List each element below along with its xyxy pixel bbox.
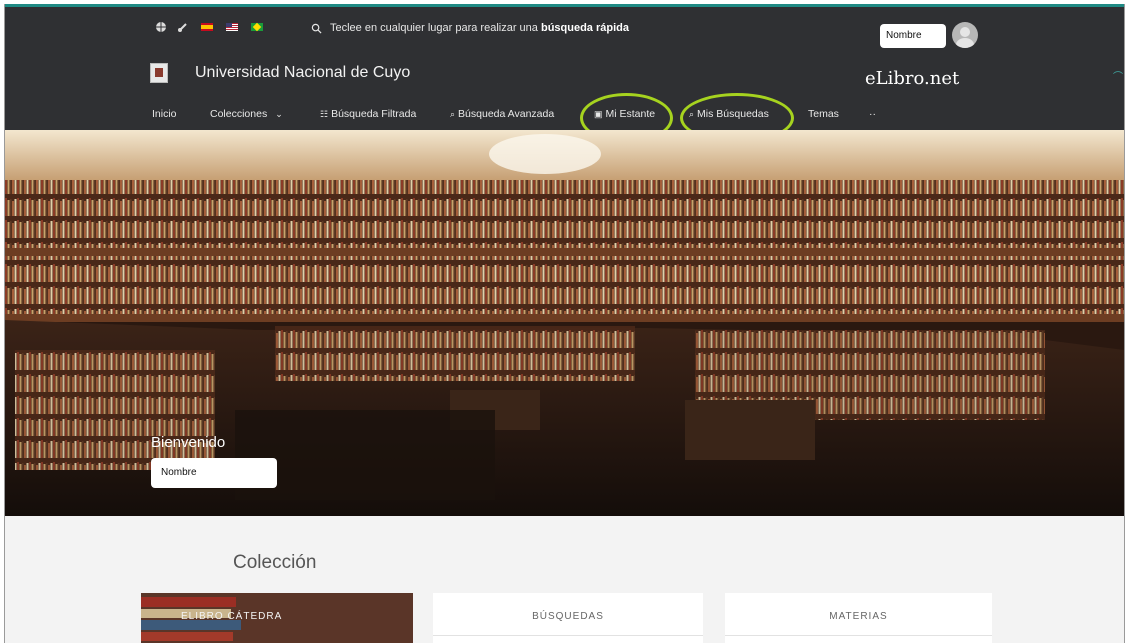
brazil-flag-icon[interactable] (251, 23, 263, 31)
globe-icon[interactable] (155, 21, 167, 33)
link-icon[interactable] (177, 21, 189, 33)
nav-temas[interactable]: Temas (808, 108, 839, 120)
nav-inicio[interactable]: Inicio (152, 108, 177, 120)
card-busquedas[interactable]: BÚSQUEDAS (433, 593, 703, 643)
card-materias[interactable]: MATERIAS (725, 593, 992, 643)
card-divider (725, 635, 992, 636)
institution-name: Universidad Nacional de Cuyo (195, 64, 411, 81)
side-arrow-icon[interactable]: ⌒ (1113, 68, 1123, 83)
card-label: MATERIAS (829, 611, 888, 622)
welcome-name-field[interactable]: Nombre (151, 458, 277, 488)
university-logo (150, 63, 168, 83)
collection-title: Colección (233, 552, 317, 573)
chevron-down-icon: ⌄ (270, 108, 283, 119)
filter-icon: ☷ (320, 108, 329, 119)
user-name-field[interactable]: Nombre (880, 24, 946, 48)
card-label: BÚSQUEDAS (532, 611, 604, 622)
card-elibro-catedra[interactable]: ELIBRO CÁTEDRA (141, 593, 413, 643)
utility-bar: Teclee en cualquier lugar para realizar … (5, 7, 1124, 48)
card-divider (433, 635, 703, 636)
avatar[interactable] (952, 22, 978, 48)
nav-colecciones[interactable]: Colecciones ⌄ (210, 108, 283, 120)
nav-busqueda-filtrada[interactable]: ☷ Búsqueda Filtrada (320, 108, 416, 120)
app-frame: Teclee en cualquier lugar para realizar … (4, 4, 1125, 643)
spain-flag-icon[interactable] (201, 23, 213, 31)
search-icon: ⌕ (450, 108, 456, 119)
card-label: ELIBRO CÁTEDRA (181, 611, 283, 622)
quick-search-text: Teclee en cualquier lugar para realizar … (330, 22, 629, 34)
quick-search[interactable]: Teclee en cualquier lugar para realizar … (311, 19, 629, 37)
search-icon (311, 23, 322, 34)
nav-busqueda-avanzada[interactable]: ⌕ Búsqueda Avanzada (450, 108, 554, 120)
usa-flag-icon[interactable] (226, 23, 238, 31)
nav-more[interactable]: ·· (869, 108, 876, 120)
elibro-logo[interactable]: eLibro.net (865, 68, 959, 89)
welcome-text: Bienvenido (151, 434, 226, 451)
